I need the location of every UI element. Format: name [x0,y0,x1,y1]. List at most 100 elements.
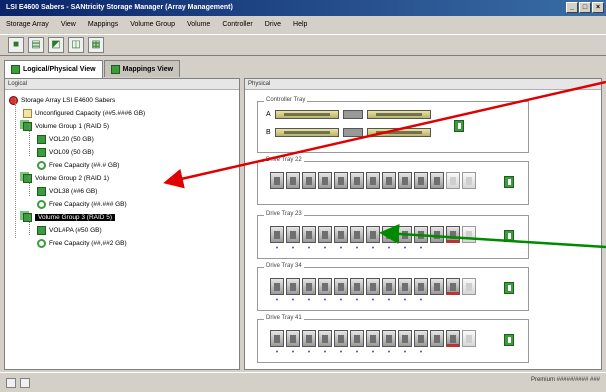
drive-tray[interactable]: Drive Tray 41 • • • • • • • • • • [257,315,529,363]
drive-tray[interactable]: Drive Tray 34 • • • • • • • • • • [257,263,529,311]
tree-node[interactable]: VOL#PA (#50 GB) [5,224,239,237]
drive[interactable] [382,226,396,243]
tree-node[interactable]: Volume Group 1 (RAID 5) [5,120,239,133]
drive[interactable] [398,226,412,243]
toolbar-btn-2[interactable]: ▤ [28,37,44,53]
drive-row [270,172,476,189]
drive[interactable] [350,226,364,243]
tree-node[interactable]: Volume Group 3 (RAID 5) [5,211,239,224]
tree-node[interactable]: Unconfigured Capacity (##5.###6 GB) [5,107,239,120]
drive[interactable] [462,278,476,295]
tree-guide-line [15,98,16,238]
drive[interactable] [302,330,316,347]
tree-node[interactable]: Free Capacity (##.# GB) [5,159,239,172]
drive[interactable] [430,278,444,295]
logical-tree: Storage Array LSI E4600 Sabers Unconfigur… [5,90,239,250]
drive[interactable] [334,278,348,295]
tree-node[interactable]: Free Capacity (##.### GB) [5,198,239,211]
drive[interactable] [462,226,476,243]
controller-port [342,110,363,119]
controller-b-label: B [266,129,271,136]
tab-mappings[interactable]: Mappings View [103,60,181,77]
drive-tray[interactable]: Drive Tray 22 [257,157,529,205]
drive[interactable] [462,330,476,347]
drive[interactable] [366,172,380,189]
drive[interactable] [446,278,460,295]
drive[interactable] [318,330,332,347]
volume-icon [37,226,46,235]
drive[interactable] [398,278,412,295]
drive[interactable] [334,226,348,243]
drive[interactable] [398,330,412,347]
drive[interactable] [270,226,284,243]
drive[interactable] [318,226,332,243]
drive[interactable] [302,172,316,189]
drive[interactable] [446,172,460,189]
drive[interactable] [286,226,300,243]
drive[interactable] [366,330,380,347]
toolbar-btn-1[interactable]: ■ [8,37,24,53]
tree-node[interactable]: Storage Array LSI E4600 Sabers [5,94,239,107]
drive[interactable] [286,172,300,189]
controller-tray-title: Controller Tray [264,97,308,103]
toolbar-btn-5[interactable]: ▦ [88,37,104,53]
drive[interactable] [382,330,396,347]
menu-view[interactable]: View [61,21,76,28]
maximize-button[interactable]: □ [579,2,591,13]
drive[interactable] [302,278,316,295]
menu-volume[interactable]: Volume [187,21,210,28]
drive[interactable] [414,172,428,189]
minimize-button[interactable]: _ [566,2,578,13]
drive[interactable] [286,278,300,295]
drive-tray[interactable]: Drive Tray 23 • • • • • • • • • • [257,211,529,259]
drive[interactable] [318,172,332,189]
drive[interactable] [350,172,364,189]
drive[interactable] [446,330,460,347]
drive[interactable] [286,330,300,347]
tree-node[interactable]: Volume Group 2 (RAID 1) [5,172,239,185]
drive[interactable] [350,278,364,295]
menu-mappings[interactable]: Mappings [88,21,118,28]
tab-logical-physical[interactable]: Logical/Physical View [4,60,103,78]
drive[interactable] [350,330,364,347]
menu-drive[interactable]: Drive [265,21,281,28]
menu-storage-array[interactable]: Storage Array [6,21,49,28]
drive[interactable] [430,226,444,243]
drive[interactable] [270,172,284,189]
controller-b[interactable]: B [266,128,431,137]
menu-help[interactable]: Help [293,21,307,28]
drive[interactable] [366,278,380,295]
drive[interactable] [270,278,284,295]
tree-node[interactable]: Free Capacity (##,##2 GB) [5,237,239,250]
tree-node[interactable]: VOL20 (50 GB) [5,133,239,146]
drive[interactable] [430,330,444,347]
drive[interactable] [414,330,428,347]
toolbar-btn-3[interactable]: ◩ [48,37,64,53]
drive[interactable] [302,226,316,243]
drive[interactable] [334,330,348,347]
menu-volume-group[interactable]: Volume Group [130,21,175,28]
controller-a[interactable]: A [266,110,431,119]
drive[interactable] [398,172,412,189]
unconfigured-capacity-icon [23,109,32,118]
drive[interactable] [318,278,332,295]
toolbar-btn-4[interactable]: ◫ [68,37,84,53]
tree-node[interactable]: VOL38 (##6 GB) [5,185,239,198]
drive[interactable] [462,172,476,189]
drive[interactable] [366,226,380,243]
drive[interactable] [414,278,428,295]
drive[interactable] [414,226,428,243]
menu-controller[interactable]: Controller [222,21,252,28]
tree-node[interactable]: VOL09 (50 GB) [5,146,239,159]
tree-node-label: Volume Group 1 (RAID 5) [35,123,110,130]
controller-tray[interactable]: Controller Tray A B [257,97,529,153]
close-button[interactable]: × [592,2,604,13]
drive[interactable] [334,172,348,189]
tree-guide-line [29,124,30,156]
drive[interactable] [382,278,396,295]
drive[interactable] [382,172,396,189]
drive[interactable] [430,172,444,189]
drive[interactable] [270,330,284,347]
drive[interactable] [446,226,460,243]
tray-status-icon [454,120,464,132]
